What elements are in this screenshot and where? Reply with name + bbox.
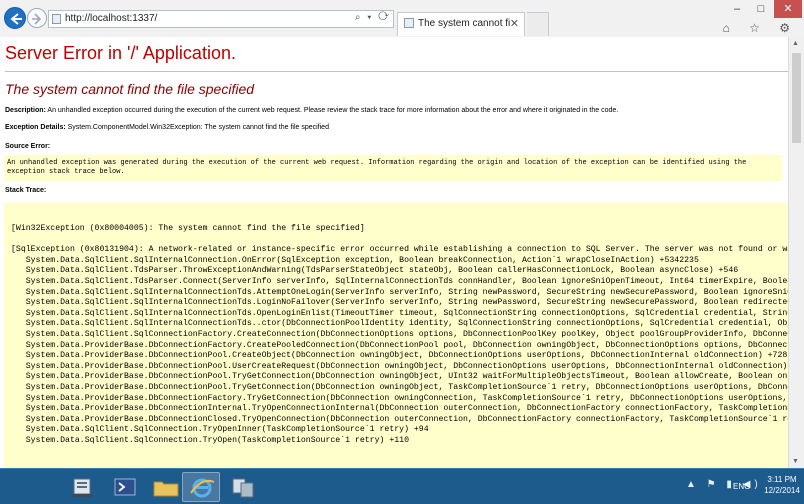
forward-button[interactable] [27, 8, 47, 28]
ie-glyph [190, 478, 215, 498]
description-label: Description: [5, 107, 46, 114]
stack-trace-text: [Win32Exception (0x80004005): The system… [11, 224, 788, 445]
exception-text: System.ComponentModel.Win32Exception: Th… [65, 124, 329, 131]
iis-manager-icon[interactable] [224, 472, 262, 502]
command-bar-icons[interactable]: ⌂ ☆ ⚙ [723, 21, 798, 35]
language-indicator[interactable]: ENG [733, 482, 750, 491]
taskbar: ▲ ⚑ ▮ ◀) ENG 3:11 PM 12/2/2014 [0, 468, 804, 504]
source-error-box: An unhandled exception was generated dur… [4, 155, 782, 181]
description-text: An unhandled exception occurred during t… [45, 107, 619, 114]
powershell-glyph [114, 478, 136, 496]
close-window-button[interactable]: ✕ [774, 0, 802, 18]
minimize-button[interactable]: – [726, 0, 748, 18]
clock-time: 3:11 PM [767, 475, 797, 484]
clock[interactable]: 3:11 PM 12/2/2014 [762, 474, 802, 496]
new-tab-button[interactable] [527, 12, 549, 36]
vertical-scrollbar[interactable]: ▲ ▼ [788, 37, 804, 468]
maximize-button[interactable]: □ [750, 0, 772, 18]
browser-chrome: http://localhost:1337/ ⌕ ▾ ⟳ The system … [0, 0, 804, 38]
iis-glyph [232, 478, 254, 498]
internet-explorer-icon[interactable] [182, 472, 220, 502]
server-manager-glyph [72, 478, 92, 497]
forward-arrow-icon [32, 13, 42, 25]
tray-icons[interactable]: ▲ ⚑ ▮ ◀) [686, 479, 762, 490]
tab-page-icon [404, 18, 414, 28]
source-error-text: An unhandled exception was generated dur… [7, 159, 746, 177]
scroll-down-icon[interactable]: ▼ [792, 458, 799, 465]
tab-active[interactable]: The system cannot find the... ✕ [397, 12, 525, 36]
powershell-icon[interactable] [106, 472, 144, 502]
server-error-title: Server Error in '/' Application. [5, 43, 236, 63]
exception-details-line: Exception Details: System.ComponentModel… [5, 124, 329, 131]
page-content: Server Error in '/' Application. The sys… [0, 37, 788, 468]
folder-glyph [153, 481, 179, 497]
back-arrow-icon [10, 13, 22, 25]
back-button[interactable] [4, 7, 26, 29]
tab-close-icon[interactable]: ✕ [510, 17, 519, 30]
address-bar[interactable]: http://localhost:1337/ ⌕ ▾ ⟳ [48, 10, 394, 28]
clock-date: 12/2/2014 [764, 486, 800, 495]
description-line: Description: An unhandled exception occu… [5, 107, 618, 114]
url-text[interactable]: http://localhost:1337/ [65, 13, 157, 24]
address-bar-tools-icons[interactable]: ⌕ ▾ ⟳ [355, 12, 391, 23]
title-divider [5, 71, 788, 72]
start-button[interactable] [2, 472, 40, 502]
server-manager-icon[interactable] [64, 472, 102, 502]
stack-trace-label: Stack Trace: [5, 187, 47, 194]
stack-trace-box: [Win32Exception (0x80004005): The system… [4, 203, 788, 468]
exception-label: Exception Details: [5, 124, 66, 131]
tab-title: The system cannot find the... [418, 18, 510, 29]
scroll-up-icon[interactable]: ▲ [792, 40, 799, 47]
page-icon [52, 14, 61, 24]
error-heading: The system cannot find the file specifie… [5, 81, 255, 97]
source-error-line-1: An unhandled exception was generated dur… [7, 159, 747, 167]
file-explorer-icon[interactable] [148, 472, 186, 502]
scrollbar-thumb[interactable] [792, 53, 801, 143]
source-error-line-2: exception stack trace below. [7, 168, 125, 176]
source-error-label: Source Error: [5, 143, 51, 150]
